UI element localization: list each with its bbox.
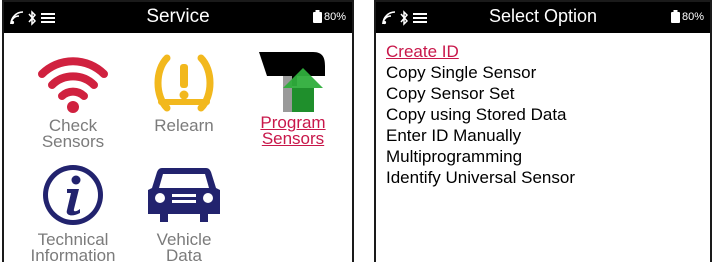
tpms-warning-icon <box>154 54 214 112</box>
car-icon <box>148 168 220 222</box>
select-option-screen: Select Option 80% Create ID Copy Single … <box>374 0 712 262</box>
tile-label: Check Sensors <box>41 116 105 151</box>
battery-indicator: 80% <box>670 10 704 23</box>
info-icon <box>43 165 103 225</box>
vehicle-data-tile[interactable]: Vehicle Data <box>129 162 239 262</box>
option-identify-universal-sensor[interactable]: Identify Universal Sensor <box>386 167 575 188</box>
option-multiprogramming[interactable]: Multiprogramming <box>386 146 575 167</box>
status-bar: Select Option 80% <box>376 2 710 33</box>
option-create-id[interactable]: Create ID <box>386 41 575 62</box>
wifi-signal-icon <box>38 57 108 113</box>
battery-icon <box>312 10 322 23</box>
check-sensors-tile[interactable]: Check Sensors <box>18 52 128 150</box>
service-screen: Service 80% Check Sensors Relearn Progra… <box>2 0 354 262</box>
tile-label: Vehicle Data <box>156 230 212 262</box>
battery-level: 80% <box>323 10 346 23</box>
status-bar: Service 80% <box>4 2 352 33</box>
screen-title: Select Option <box>488 6 598 26</box>
screen-title: Service <box>146 6 210 27</box>
option-list: Create ID Copy Single Sensor Copy Sensor… <box>386 41 575 188</box>
battery-icon <box>670 10 680 23</box>
option-copy-sensor-set[interactable]: Copy Sensor Set <box>386 83 575 104</box>
program-sensors-tile[interactable]: Program Sensors <box>238 46 348 147</box>
tile-label: Relearn <box>154 116 214 135</box>
option-copy-single-sensor[interactable]: Copy Single Sensor <box>386 62 575 83</box>
tile-label: Technical Information <box>30 230 116 262</box>
tile-label: Program Sensors <box>260 113 326 148</box>
relearn-tile[interactable]: Relearn <box>129 52 239 134</box>
program-sensor-icon <box>259 52 325 112</box>
technical-information-tile[interactable]: Technical Information <box>18 162 128 262</box>
option-copy-using-stored-data[interactable]: Copy using Stored Data <box>386 104 575 125</box>
battery-level: 80% <box>681 10 704 23</box>
battery-indicator: 80% <box>312 10 346 23</box>
option-enter-id-manually[interactable]: Enter ID Manually <box>386 125 575 146</box>
